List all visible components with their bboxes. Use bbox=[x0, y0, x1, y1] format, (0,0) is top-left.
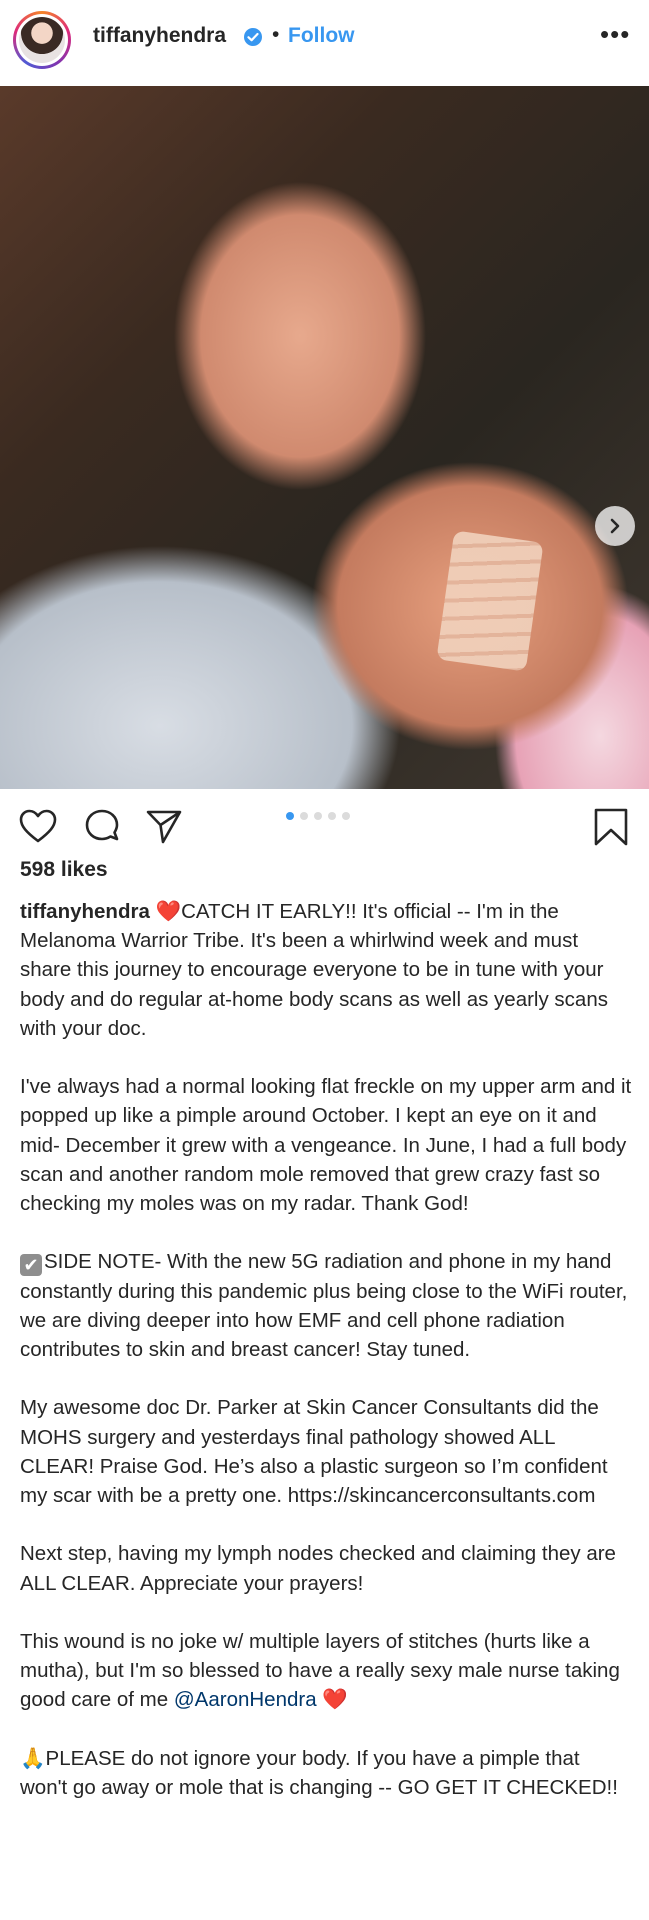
post-image[interactable] bbox=[0, 86, 649, 789]
caption-text-7: PLEASE do not ignore your body. If you h… bbox=[20, 1746, 618, 1799]
carousel-dot bbox=[342, 812, 350, 820]
caption-text-3: SIDE NOTE- With the new 5G radiation and… bbox=[20, 1250, 628, 1362]
heart-outline-icon[interactable] bbox=[18, 807, 58, 847]
bookmark-icon[interactable] bbox=[591, 807, 631, 847]
paper-plane-icon[interactable] bbox=[144, 807, 184, 847]
carousel-dot bbox=[300, 812, 308, 820]
heart-emoji: ❤️ bbox=[322, 1688, 348, 1712]
carousel-dot bbox=[328, 812, 336, 820]
comment-bubble-icon[interactable] bbox=[82, 807, 122, 847]
more-options-icon[interactable]: ••• bbox=[600, 21, 630, 47]
post-header: tiffanyhendra • Follow ••• bbox=[0, 0, 649, 86]
carousel-next-button[interactable] bbox=[595, 506, 635, 546]
follow-button[interactable]: Follow bbox=[288, 24, 355, 48]
carousel-dot bbox=[314, 812, 322, 820]
avatar-ring bbox=[16, 14, 68, 66]
mention-link[interactable]: @AaronHendra bbox=[174, 1688, 317, 1711]
post-caption: tiffanyhendra ❤️CATCH IT EARLY!! It's of… bbox=[20, 897, 632, 1831]
carousel-indicator bbox=[286, 812, 350, 820]
chevron-right-icon bbox=[610, 518, 620, 534]
avatar[interactable] bbox=[13, 11, 71, 69]
caption-text-6: This wound is no joke w/ multiple layers… bbox=[20, 1630, 620, 1712]
avatar-photo bbox=[19, 17, 65, 63]
heart-emoji: ❤️ bbox=[155, 900, 182, 923]
caption-paragraph-4: My awesome doc Dr. Parker at Skin Cancer… bbox=[20, 1396, 608, 1508]
separator-dot: • bbox=[272, 23, 280, 46]
carousel-dot-active bbox=[286, 812, 294, 820]
caption-paragraph-1: tiffanyhendra ❤️CATCH IT EARLY!! It's of… bbox=[20, 897, 632, 1043]
action-bar bbox=[0, 789, 649, 865]
caption-paragraph-6: This wound is no joke w/ multiple layers… bbox=[20, 1627, 632, 1715]
username[interactable]: tiffanyhendra bbox=[93, 24, 226, 48]
caption-paragraph-2: I've always had a normal looking flat fr… bbox=[20, 1075, 632, 1216]
check-box-emoji: ✔ bbox=[20, 1254, 42, 1277]
verified-badge-icon bbox=[244, 28, 262, 46]
caption-paragraph-7: 🙏PLEASE do not ignore your body. If you … bbox=[20, 1744, 632, 1802]
likes-count[interactable]: 598 likes bbox=[20, 858, 108, 882]
praying-hands-emoji: 🙏 bbox=[20, 1746, 46, 1770]
caption-username[interactable]: tiffanyhendra bbox=[20, 900, 150, 923]
bandage-strips bbox=[436, 530, 544, 672]
caption-paragraph-3: ✔ SIDE NOTE- With the new 5G radiation an… bbox=[20, 1247, 632, 1364]
caption-paragraph-5: Next step, having my lymph nodes checked… bbox=[20, 1542, 616, 1595]
